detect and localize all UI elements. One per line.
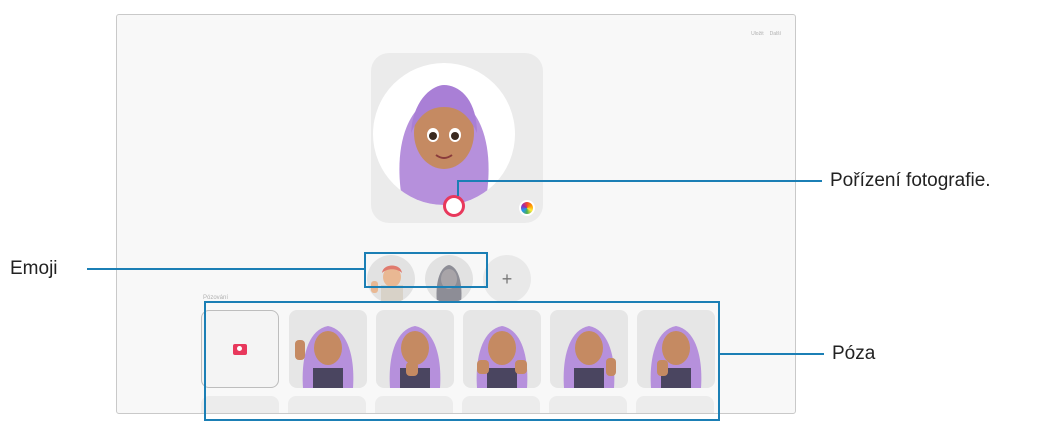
color-palette-icon[interactable] bbox=[519, 200, 535, 216]
top-actions: Uložit Další bbox=[751, 31, 781, 37]
emoji-callout-box bbox=[364, 252, 488, 288]
capture-callout-line bbox=[457, 180, 822, 182]
emoji-callout-label: Emoji bbox=[10, 258, 58, 279]
emoji-callout-line bbox=[87, 268, 364, 270]
capture-callout-line-vertical bbox=[457, 180, 459, 196]
more-button[interactable]: Další bbox=[770, 31, 781, 37]
pose-callout-label: Póza bbox=[832, 343, 876, 364]
capture-callout-label: Pořízení fotografie. bbox=[830, 170, 991, 191]
capture-button[interactable] bbox=[443, 195, 465, 217]
save-button[interactable]: Uložit bbox=[751, 31, 764, 37]
avatar-image bbox=[399, 85, 489, 205]
pose-callout-line bbox=[720, 353, 824, 355]
pose-callout-box bbox=[204, 301, 720, 421]
avatar-preview bbox=[373, 63, 515, 205]
avatar-preview-card bbox=[371, 53, 543, 223]
add-emoji-button[interactable]: + bbox=[483, 255, 531, 303]
